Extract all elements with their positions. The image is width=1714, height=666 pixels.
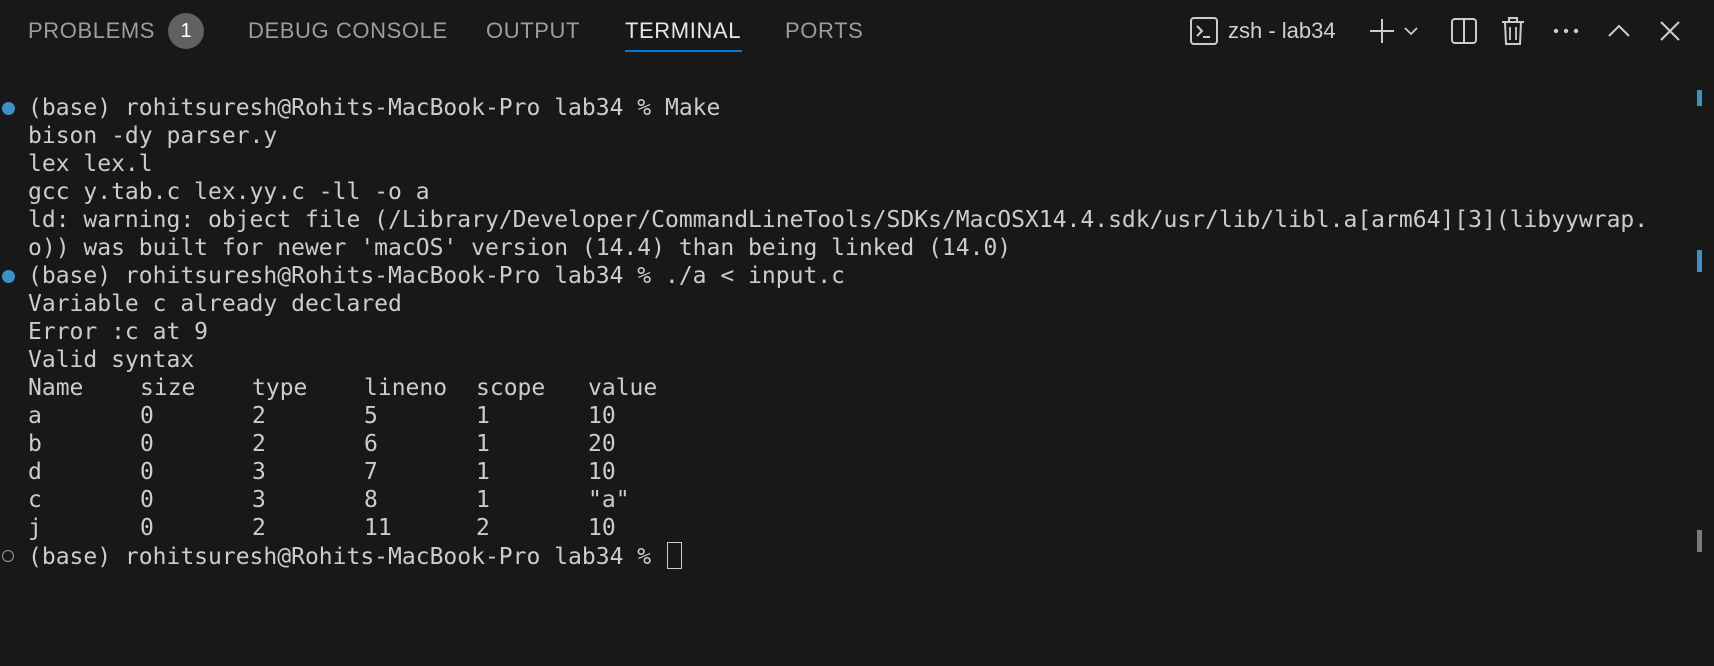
- table-cell: c: [28, 487, 42, 513]
- prompt-text: (base) rohitsuresh@Rohits-MacBook-Pro la…: [28, 544, 665, 570]
- table-cell: 3: [252, 459, 266, 485]
- chevron-up-icon[interactable]: [1604, 12, 1634, 50]
- table-header-scope: scope: [476, 375, 546, 401]
- table-cell: 2: [252, 431, 266, 457]
- table-cell: 11: [364, 515, 392, 541]
- table-cell: 10: [588, 459, 616, 485]
- plus-icon[interactable]: [1366, 12, 1398, 50]
- table-cell: 1: [476, 459, 490, 485]
- active-tab-indicator: [625, 50, 742, 52]
- table-cell: 7: [364, 459, 378, 485]
- terminal-line: Error :c at 9: [28, 319, 209, 345]
- table-cell: 0: [140, 431, 154, 457]
- table-cell: 1: [476, 403, 490, 429]
- terminal-line: bison -dy parser.y: [28, 123, 278, 149]
- terminal-line: (base) rohitsuresh@Rohits-MacBook-Pro la…: [28, 263, 845, 289]
- table-cell: 0: [140, 459, 154, 485]
- table-header-type: type: [252, 375, 308, 401]
- table-cell: 1: [476, 431, 490, 457]
- table-cell: "a": [588, 487, 630, 513]
- table-cell: 5: [364, 403, 378, 429]
- more-icon[interactable]: [1550, 12, 1582, 50]
- table-cell: 0: [140, 487, 154, 513]
- tab-debug-console[interactable]: DEBUG CONSOLE: [248, 16, 448, 46]
- scrollbar-thumb[interactable]: [1697, 530, 1702, 552]
- table-cell: 2: [476, 515, 490, 541]
- table-header-name: Name: [28, 375, 84, 401]
- table-cell: 20: [588, 431, 616, 457]
- split-icon[interactable]: [1448, 12, 1480, 50]
- table-cell: 10: [588, 515, 616, 541]
- table-cell: 1: [476, 487, 490, 513]
- trash-icon[interactable]: [1497, 12, 1529, 50]
- command-pending-mark[interactable]: [2, 550, 14, 562]
- terminal-name[interactable]: zsh - lab34: [1228, 16, 1336, 46]
- table-cell: 3: [252, 487, 266, 513]
- text-cursor: [666, 542, 682, 569]
- close-icon[interactable]: [1655, 12, 1685, 50]
- table-cell: 6: [364, 431, 378, 457]
- scrollbar-marker: [1697, 250, 1702, 272]
- table-cell: d: [28, 459, 42, 485]
- panel-header: PROBLEMS 1 DEBUG CONSOLE OUTPUT TERMINAL…: [0, 0, 1714, 62]
- table-cell: 2: [252, 403, 266, 429]
- table-cell: 0: [140, 515, 154, 541]
- tab-output[interactable]: OUTPUT: [486, 16, 580, 46]
- table-cell: b: [28, 431, 42, 457]
- table-cell: 0: [140, 403, 154, 429]
- terminal-output[interactable]: (base) rohitsuresh@Rohits-MacBook-Pro la…: [0, 94, 1690, 654]
- chevron-down-icon[interactable]: [1401, 12, 1421, 50]
- table-header-value: value: [588, 375, 658, 401]
- terminal-line: ld: warning: object file (/Library/Devel…: [28, 207, 1649, 233]
- table-cell: 10: [588, 403, 616, 429]
- tab-terminal[interactable]: TERMINAL: [625, 16, 741, 46]
- terminal-line: Valid syntax: [28, 347, 195, 373]
- scrollbar-marker: [1697, 90, 1702, 106]
- terminal-line: Variable c already declared: [28, 291, 402, 317]
- terminal-line: (base) rohitsuresh@Rohits-MacBook-Pro la…: [28, 95, 721, 121]
- terminal-line: o)) was built for newer 'macOS' version …: [28, 235, 1012, 261]
- table-cell: a: [28, 403, 42, 429]
- table-cell: j: [28, 515, 42, 541]
- table-header-lineno: lineno: [364, 375, 448, 401]
- terminal-icon[interactable]: [1186, 12, 1222, 50]
- problems-count-badge: 1: [168, 13, 204, 49]
- command-success-mark[interactable]: [2, 102, 15, 115]
- tab-ports[interactable]: PORTS: [785, 16, 863, 46]
- terminal-line: gcc y.tab.c lex.yy.c -ll -o a: [28, 179, 430, 205]
- table-cell: 2: [252, 515, 266, 541]
- table-header-size: size: [140, 375, 196, 401]
- command-success-mark[interactable]: [2, 270, 15, 283]
- table-cell: 8: [364, 487, 378, 513]
- terminal-prompt-line[interactable]: (base) rohitsuresh@Rohits-MacBook-Pro la…: [28, 542, 682, 570]
- tab-problems[interactable]: PROBLEMS: [28, 16, 155, 46]
- terminal-line: lex lex.l: [28, 151, 153, 177]
